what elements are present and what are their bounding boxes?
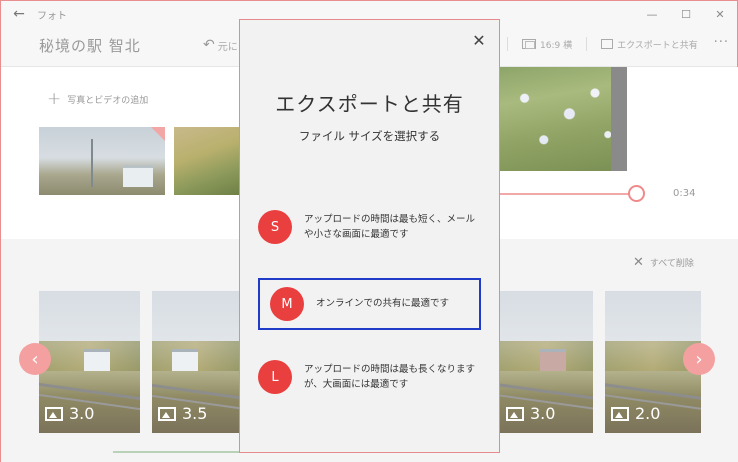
size-badge-small: S bbox=[258, 210, 292, 244]
undo-icon: ↶ bbox=[203, 37, 215, 53]
card-duration-label: 3.0 bbox=[530, 404, 556, 423]
station-hut-image bbox=[172, 349, 198, 371]
more-options-icon[interactable]: ··· bbox=[714, 35, 729, 50]
minimize-icon[interactable]: — bbox=[635, 1, 669, 27]
size-option-medium[interactable]: M オンラインでの共有に最適です bbox=[258, 278, 481, 330]
aspect-ratio-label: 16:9 横 bbox=[540, 40, 573, 51]
dialog-subtitle: ファイル サイズを選択する bbox=[298, 129, 441, 143]
flowers-image bbox=[499, 67, 627, 171]
window-controls: — ☐ ✕ bbox=[635, 1, 737, 27]
utility-pole-image bbox=[91, 139, 93, 187]
close-dialog-icon[interactable]: ✕ bbox=[469, 30, 489, 50]
preview-letterbox bbox=[611, 67, 627, 171]
storyboard-card[interactable]: 3.0 bbox=[39, 291, 140, 433]
undo-label: 元に bbox=[217, 41, 238, 53]
project-title[interactable]: 秘境の駅 智北 bbox=[39, 35, 141, 56]
library-thumbnail[interactable] bbox=[174, 127, 240, 195]
video-preview[interactable] bbox=[499, 67, 627, 171]
station-building-image bbox=[123, 165, 153, 187]
image-icon bbox=[506, 406, 524, 421]
image-icon bbox=[158, 406, 176, 421]
add-media-label: 写真とビデオの追加 bbox=[67, 95, 149, 106]
card-duration: 3.0 bbox=[45, 404, 94, 423]
aspect-ratio-icon bbox=[522, 39, 536, 49]
card-duration: 2.0 bbox=[611, 404, 660, 423]
playback-scrubber[interactable] bbox=[499, 193, 635, 195]
size-option-description: アップロードの時間は最も長くなりますが、大画面には最適です bbox=[304, 363, 476, 390]
size-option-large[interactable]: L アップロードの時間は最も長くなりますが、大画面には最適です bbox=[258, 360, 482, 394]
in-use-marker bbox=[151, 127, 165, 141]
aspect-ratio-button[interactable]: 16:9 横 bbox=[522, 38, 572, 51]
remove-all-button[interactable]: ✕ すべて削除 bbox=[633, 255, 694, 270]
size-option-description: アップロードの時間は最も短く、メールや小さな画面に最適です bbox=[304, 213, 476, 240]
size-option-small[interactable]: S アップロードの時間は最も短く、メールや小さな画面に最適です bbox=[258, 210, 482, 244]
back-arrow-icon[interactable]: ← bbox=[1, 1, 37, 27]
card-duration: 3.5 bbox=[158, 404, 207, 423]
add-media-button[interactable]: + 写真とビデオの追加 bbox=[47, 89, 148, 109]
scrubber-handle[interactable] bbox=[628, 185, 645, 202]
export-share-dialog: ✕ エクスポートと共有 ファイル サイズを選択する S アップロードの時間は最も… bbox=[239, 19, 500, 453]
export-share-label: エクスポートと共有 bbox=[617, 40, 698, 51]
header-divider bbox=[507, 37, 508, 51]
video-duration: 0:34 bbox=[673, 188, 696, 199]
card-duration-label: 3.5 bbox=[182, 404, 208, 423]
undo-button[interactable]: ↶ 元に bbox=[203, 37, 238, 53]
plus-icon: + bbox=[47, 89, 62, 109]
export-share-icon bbox=[601, 39, 614, 49]
image-icon bbox=[611, 406, 629, 421]
station-hut-image bbox=[84, 349, 110, 371]
remove-all-label: すべて削除 bbox=[649, 259, 694, 269]
storyboard-card[interactable]: 3.0 bbox=[500, 291, 593, 433]
card-duration-label: 2.0 bbox=[635, 404, 661, 423]
storyboard-card[interactable]: 3.5 bbox=[152, 291, 239, 433]
card-duration-label: 3.0 bbox=[69, 404, 95, 423]
size-badge-medium: M bbox=[270, 287, 304, 321]
close-window-icon[interactable]: ✕ bbox=[703, 1, 737, 27]
card-duration: 3.0 bbox=[506, 404, 555, 423]
train-image bbox=[540, 349, 566, 371]
window-title: フォト bbox=[37, 10, 67, 22]
chevron-left-icon[interactable]: ‹ bbox=[19, 343, 51, 375]
size-badge-large: L bbox=[258, 360, 292, 394]
maximize-icon[interactable]: ☐ bbox=[669, 1, 703, 27]
image-icon bbox=[45, 406, 63, 421]
export-share-button[interactable]: エクスポートと共有 bbox=[601, 38, 698, 51]
chevron-right-icon[interactable]: › bbox=[683, 343, 715, 375]
dialog-title: エクスポートと共有 bbox=[275, 92, 464, 116]
header-actions: 16:9 横 エクスポートと共有 bbox=[501, 37, 698, 51]
remove-all-icon: ✕ bbox=[633, 255, 644, 270]
header-divider bbox=[586, 37, 588, 51]
size-option-description: オンラインでの共有に最適です bbox=[316, 298, 450, 310]
library-thumbnail[interactable] bbox=[39, 127, 165, 195]
